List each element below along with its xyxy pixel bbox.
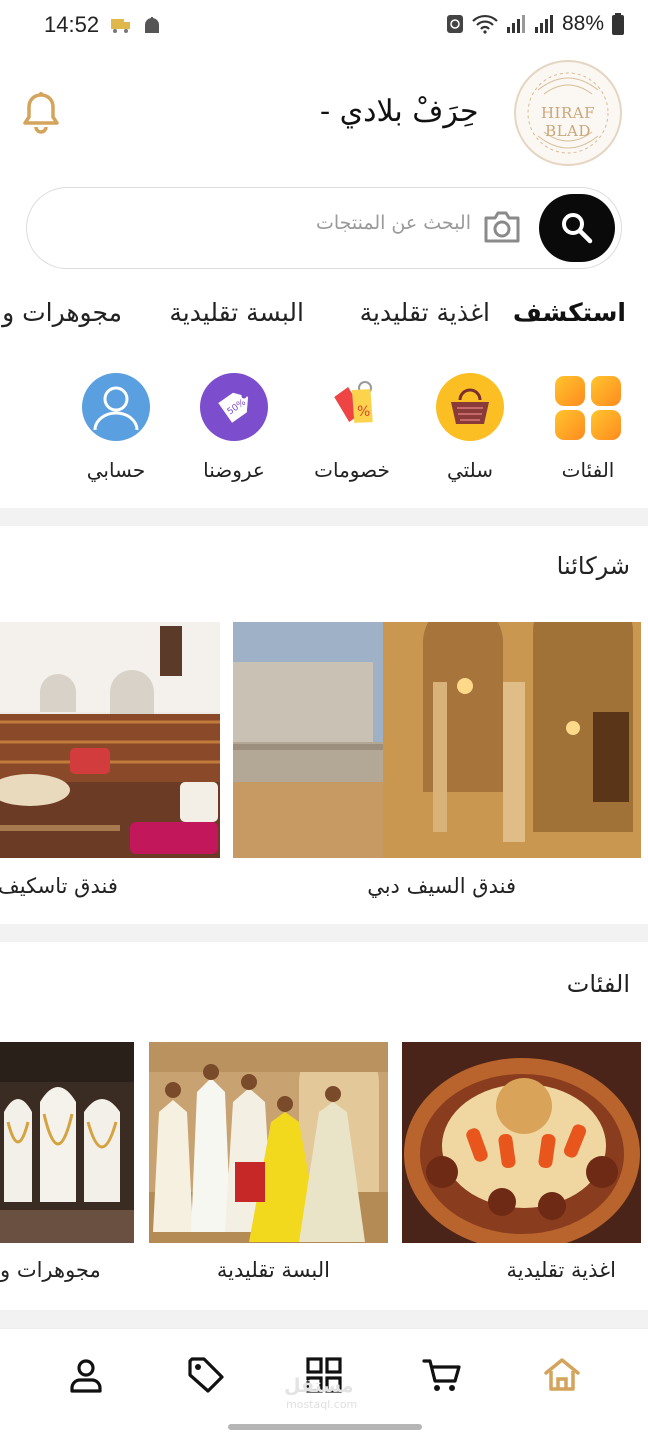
partners-title: شركائنا [556, 552, 630, 580]
partner-label: فندق السيف دبي [367, 874, 516, 898]
search-input[interactable] [211, 212, 471, 234]
category-card[interactable] [149, 1042, 388, 1243]
category-tabs: استكشف اغذية تقليدية البسة تقليدية مجوهر… [0, 298, 648, 338]
categories-title: الفئات [566, 970, 630, 998]
user-icon[interactable] [66, 1355, 106, 1395]
quick-link-discounts[interactable]: % خصومات [302, 372, 402, 482]
delivery-icon [111, 19, 130, 33]
quick-link-offers[interactable]: 50% عروضنا [184, 372, 284, 482]
category-card[interactable] [0, 1042, 134, 1243]
notification-icons [110, 16, 162, 34]
brand-logo: HIRAF BLAD [514, 60, 622, 166]
tab-explore[interactable]: استكشف [513, 298, 626, 327]
category-label: مجوهرات و [0, 1258, 101, 1282]
watermark-url: mostaql.com [286, 1398, 358, 1411]
section-divider [0, 1310, 648, 1328]
quick-link-basket[interactable]: سلتي [420, 372, 520, 482]
basket-icon [436, 373, 504, 441]
status-right: 88% [446, 12, 624, 36]
search-bar[interactable] [26, 187, 622, 269]
camera-icon[interactable] [483, 210, 521, 244]
section-divider [0, 924, 648, 942]
quick-link-label: الفئات [561, 458, 615, 482]
section-divider [0, 508, 648, 526]
quick-link-label: خصومات [314, 458, 390, 482]
category-label: اغذية تقليدية [506, 1258, 616, 1282]
partner-image [0, 622, 220, 858]
watermark-text: مستقل [284, 1375, 354, 1397]
tag-icon[interactable] [186, 1355, 226, 1395]
partner-card[interactable] [233, 622, 641, 858]
quick-link-label: حسابي [86, 458, 146, 482]
logo-text: HIRAF BLAD [540, 104, 596, 140]
search-icon [562, 213, 593, 244]
tab-traditional-clothing[interactable]: البسة تقليدية [169, 298, 304, 327]
partner-card[interactable] [0, 622, 220, 858]
tab-traditional-food[interactable]: اغذية تقليدية [360, 298, 490, 327]
category-image [149, 1042, 388, 1243]
wifi-icon [472, 14, 498, 34]
battery-icon [612, 13, 624, 35]
category-image [402, 1042, 641, 1243]
search-button[interactable] [539, 194, 615, 262]
cart-icon[interactable] [422, 1355, 462, 1395]
app-title: حِرَفْ بلادي - [320, 94, 479, 129]
offer-tag-icon: 50% [200, 373, 268, 441]
quick-link-label: سلتي [446, 458, 494, 482]
quick-link-account[interactable]: حسابي [66, 372, 166, 482]
home-indicator[interactable] [228, 1424, 422, 1430]
category-card[interactable] [402, 1042, 641, 1243]
category-label: البسة تقليدية [216, 1258, 330, 1282]
grid-icon [555, 376, 621, 440]
status-time: 14:52 [44, 12, 100, 37]
svg-text:%: % [357, 404, 370, 420]
user-avatar-icon [82, 373, 150, 441]
quick-link-categories[interactable]: الفئات [538, 372, 638, 482]
recycle-icon [446, 15, 463, 33]
tab-jewelry[interactable]: مجوهرات و [2, 298, 122, 327]
mosque-icon [145, 17, 159, 33]
status-bar: 14:52 88% [0, 0, 648, 54]
notification-bell-icon[interactable] [22, 92, 60, 134]
battery-percent: 88% [561, 12, 604, 35]
discount-tag-icon: % [334, 381, 373, 423]
signal-icon-2 [534, 15, 553, 33]
quick-links: الفئات سلتي % خصومات 50% عروضنا حسابي [0, 372, 648, 492]
home-icon[interactable] [542, 1355, 582, 1395]
quick-link-label: عروضنا [203, 458, 265, 482]
partner-image [233, 622, 641, 858]
partner-label: فندق تاسكيف [0, 874, 118, 898]
category-image [0, 1042, 134, 1243]
signal-icon [506, 15, 525, 33]
